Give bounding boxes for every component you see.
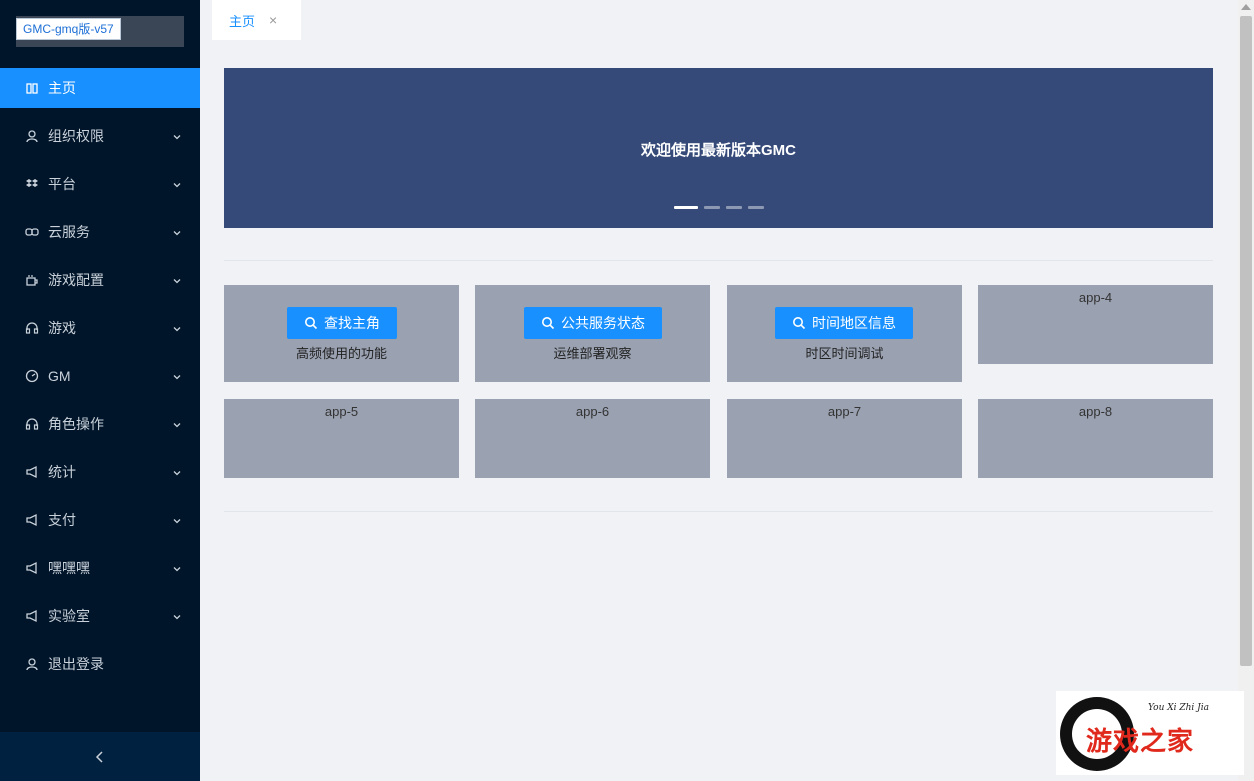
sidebar-item-4[interactable]: 游戏配置 — [0, 260, 200, 300]
sidebar-item-label: GM — [48, 368, 71, 384]
sidebar-item-label: 平台 — [48, 176, 76, 192]
find-hero-button[interactable]: 查找主角 — [287, 307, 397, 339]
card-1-desc: 高频使用的功能 — [295, 346, 387, 361]
carousel-dots — [674, 206, 764, 209]
app-card-3: 时间地区信息 时区时间调试 — [727, 285, 962, 382]
search-icon — [305, 317, 318, 330]
sidebar-item-11[interactable]: 实验室 — [0, 596, 200, 636]
timezone-info-label: 时间地区信息 — [812, 315, 896, 331]
app-card-6[interactable]: app-6 — [475, 399, 710, 478]
sidebar-item-6[interactable]: GM — [0, 356, 200, 396]
notification-icon — [24, 560, 40, 576]
sidebar-item-9[interactable]: 支付 — [0, 500, 200, 540]
sidebar-item-label: 角色操作 — [48, 416, 104, 432]
app-card-1: 查找主角 高频使用的功能 — [224, 285, 459, 382]
sidebar-item-label: 实验室 — [48, 608, 90, 624]
sidebar-item-8[interactable]: 统计 — [0, 452, 200, 492]
app-card-8-label: app-8 — [1078, 404, 1113, 419]
notification-icon — [24, 464, 40, 480]
sidebar-item-0[interactable]: 主页 — [0, 68, 200, 108]
carousel-dot-1[interactable] — [674, 206, 698, 209]
dashboard-icon — [24, 368, 40, 384]
app-card-8[interactable]: app-8 — [978, 399, 1213, 478]
search-icon — [542, 317, 555, 330]
app-card-2: 公共服务状态 运维部署观察 — [475, 285, 710, 382]
sidebar-item-label: 游戏 — [48, 320, 76, 336]
sidebar-item-label: 主页 — [48, 80, 76, 96]
carousel-dot-2[interactable] — [704, 206, 720, 209]
watermark-subtitle: You Xi Zhi Jia — [1148, 703, 1210, 713]
sidebar: GMC-gmq版-v57 主页组织权限平台云服务游戏配置游戏 GM 角色操作统计支付… — [0, 0, 200, 781]
notification-icon — [24, 512, 40, 528]
chevron-down-icon — [172, 465, 182, 476]
chevron-left-icon — [95, 750, 103, 763]
dropbox-icon — [24, 176, 40, 192]
sidebar-item-2[interactable]: 平台 — [0, 164, 200, 204]
sidebar-menu: 主页组织权限平台云服务游戏配置游戏 GM 角色操作统计支付嘿嘿嘿实验室退出登录 — [0, 68, 200, 692]
vertical-scrollbar[interactable] — [1238, 0, 1254, 781]
sidebar-item-label: 统计 — [48, 464, 76, 480]
chevron-down-icon — [172, 177, 182, 188]
card-3-desc: 时区时间调试 — [805, 346, 884, 361]
chevron-down-icon — [172, 273, 182, 284]
chevron-down-icon — [172, 417, 182, 428]
app-card-4-label: app-4 — [1078, 290, 1113, 305]
chevron-down-icon — [172, 561, 182, 572]
sidebar-item-7[interactable]: 角色操作 — [0, 404, 200, 444]
app-card-7[interactable]: app-7 — [727, 399, 962, 478]
coffee-icon — [24, 272, 40, 288]
headset-icon — [24, 416, 40, 432]
app-logo-label: GMC-gmq版-v57 — [16, 18, 121, 40]
tab-home[interactable]: 主页 × — [212, 0, 301, 40]
sidebar-item-label: 云服务 — [48, 224, 90, 240]
chevron-down-icon — [172, 369, 182, 380]
chevron-down-icon — [172, 321, 182, 332]
app-card-5-label: app-5 — [324, 404, 359, 419]
timezone-info-button[interactable]: 时间地区信息 — [775, 307, 913, 339]
headset-icon — [24, 320, 40, 336]
app-card-4[interactable]: app-4 — [978, 285, 1213, 364]
sidebar-item-label: 嘿嘿嘿 — [48, 560, 90, 576]
sidebar-item-label: 游戏配置 — [48, 272, 104, 288]
app-card-7-label: app-7 — [827, 404, 862, 419]
chevron-down-icon — [172, 225, 182, 236]
carousel-dot-3[interactable] — [726, 206, 742, 209]
tab-home-label: 主页 — [229, 13, 256, 29]
app-card-5[interactable]: app-5 — [224, 399, 459, 478]
sidebar-item-label: 组织权限 — [48, 128, 104, 144]
notification-icon — [24, 608, 40, 624]
sidebar-item-1[interactable]: 组织权限 — [0, 116, 200, 156]
tab-close-icon[interactable]: × — [269, 12, 277, 28]
sidebar-item-12[interactable]: 退出登录 — [0, 644, 200, 684]
carousel-dot-4[interactable] — [748, 206, 764, 209]
scroll-thumb[interactable] — [1240, 16, 1252, 666]
divider-bottom — [224, 511, 1213, 512]
find-hero-label: 查找主角 — [324, 315, 380, 331]
welcome-banner: 欢迎使用最新版本GMC — [224, 68, 1213, 228]
logo-area: GMC-gmq版-v57 — [16, 16, 184, 47]
sidebar-collapse-button[interactable] — [0, 732, 200, 781]
scroll-up-arrow-icon[interactable] — [1241, 4, 1251, 10]
sidebar-item-label: 退出登录 — [48, 656, 104, 672]
sidebar-item-5[interactable]: 游戏 — [0, 308, 200, 348]
sidebar-item-label: 支付 — [48, 512, 76, 528]
link-icon — [24, 224, 40, 240]
sidebar-item-10[interactable]: 嘿嘿嘿 — [0, 548, 200, 588]
sidebar-item-3[interactable]: 云服务 — [0, 212, 200, 252]
user-icon — [24, 656, 40, 672]
watermark-title: 游戏之家 — [1086, 727, 1195, 757]
home-icon — [24, 80, 40, 96]
chevron-down-icon — [172, 609, 182, 620]
public-service-status-button[interactable]: 公共服务状态 — [524, 307, 662, 339]
chevron-down-icon — [172, 129, 182, 140]
app-card-6-label: app-6 — [575, 404, 610, 419]
search-icon — [793, 317, 806, 330]
card-2-desc: 运维部署观察 — [553, 346, 632, 361]
user-icon — [24, 128, 40, 144]
chevron-down-icon — [172, 513, 182, 524]
public-service-status-label: 公共服务状态 — [561, 315, 645, 331]
banner-title: 欢迎使用最新版本GMC — [641, 142, 796, 159]
site-watermark-logo: You Xi Zhi Jia 游戏之家 — [1056, 691, 1244, 775]
divider-top — [224, 260, 1213, 261]
